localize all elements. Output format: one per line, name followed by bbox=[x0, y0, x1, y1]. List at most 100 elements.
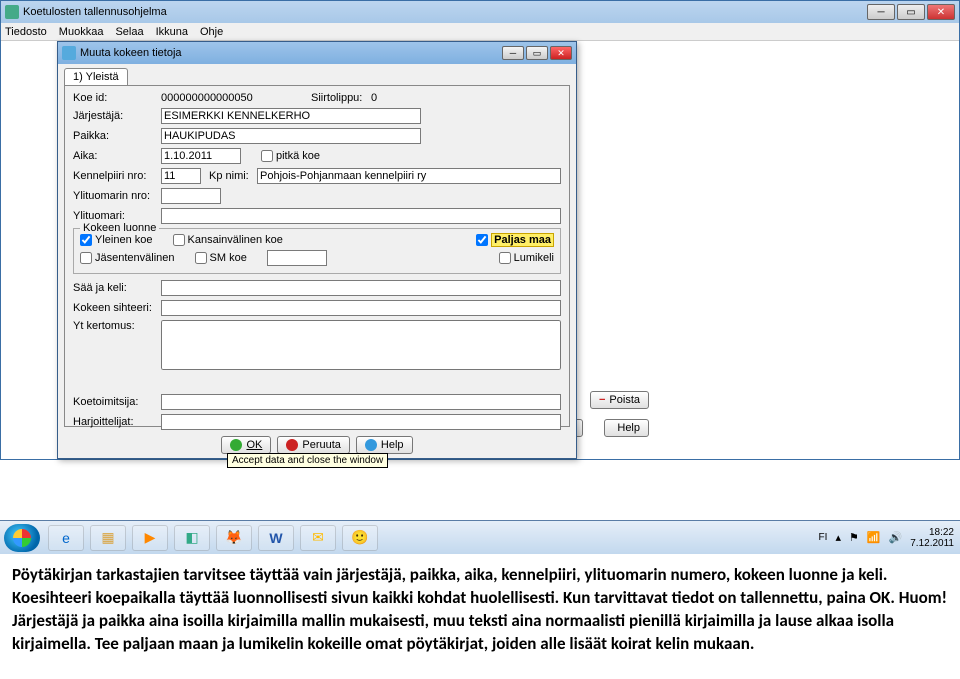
dialog-minimize-button[interactable]: ─ bbox=[502, 46, 524, 60]
taskbar: e ▦ ▶ ◧ 🦊 W ✉ 🙂 FI ▴ ⚑ 📶 🔊 18:22 7.12.20… bbox=[0, 520, 960, 554]
sihteeri-field[interactable] bbox=[161, 300, 561, 316]
dialog-icon bbox=[62, 46, 76, 60]
menu-muokkaa[interactable]: Muokkaa bbox=[59, 26, 104, 38]
main-titlebar: Koetulosten tallennusohjelma ─ ▭ ✕ bbox=[1, 1, 959, 23]
kennelpiiri-nro-label: Kennelpiiri nro: bbox=[73, 170, 161, 182]
flag-icon[interactable]: ▴ bbox=[835, 531, 841, 544]
bg-poista-button[interactable]: − Poista bbox=[590, 391, 649, 409]
close-button[interactable]: ✕ bbox=[927, 4, 955, 20]
koe-id-value: 000000000000050 bbox=[161, 92, 311, 104]
yleinen-koe-checkbox[interactable]: Yleinen koe bbox=[80, 233, 153, 247]
app-task-icon[interactable]: ◧ bbox=[174, 525, 210, 551]
ylituomari-nro-label: Ylituomarin nro: bbox=[73, 190, 161, 202]
workspace: ─ ▭ ✕ − Poista Help e Muuta kokeen tieto… bbox=[1, 41, 959, 459]
tab-body: Koe id: 000000000000050 Siirtolippu: 0 J… bbox=[64, 85, 570, 427]
dialog-maximize-button[interactable]: ▭ bbox=[526, 46, 548, 60]
main-window: Koetulosten tallennusohjelma ─ ▭ ✕ Tiedo… bbox=[0, 0, 960, 460]
peruuta-button[interactable]: Peruuta bbox=[277, 436, 350, 454]
firefox-icon[interactable]: 🦊 bbox=[216, 525, 252, 551]
ylituomari-label: Ylituomari: bbox=[73, 210, 161, 222]
help-icon bbox=[365, 439, 377, 451]
maximize-button[interactable]: ▭ bbox=[897, 4, 925, 20]
koe-id-label: Koe id: bbox=[73, 92, 161, 104]
jasentenvalinen-checkbox[interactable]: Jäsentenvälinen bbox=[80, 250, 175, 266]
jasentenvalinen-check[interactable] bbox=[80, 252, 92, 264]
windows-orb-icon bbox=[13, 529, 31, 547]
clock[interactable]: 18:22 7.12.2011 bbox=[910, 527, 954, 549]
harjoittelijat-field[interactable] bbox=[161, 414, 561, 430]
siirtolippu-label: Siirtolippu: bbox=[311, 92, 371, 104]
sihteeri-label: Kokeen sihteeri: bbox=[73, 302, 161, 314]
minimize-button[interactable]: ─ bbox=[867, 4, 895, 20]
ok-tooltip: Accept data and close the window bbox=[227, 453, 388, 468]
dialog-window-controls: ─ ▭ ✕ bbox=[502, 46, 572, 60]
dialog-titlebar: Muuta kokeen tietoja ─ ▭ ✕ bbox=[58, 42, 576, 64]
taskbar-icons: e ▦ ▶ ◧ 🦊 W ✉ 🙂 bbox=[48, 525, 378, 551]
tab-yleista[interactable]: 1) Yleistä bbox=[64, 68, 128, 85]
main-window-controls: ─ ▭ ✕ bbox=[867, 4, 955, 20]
kennelpiiri-nro-field[interactable] bbox=[161, 168, 201, 184]
lumikeli-check[interactable] bbox=[499, 252, 511, 264]
start-button[interactable] bbox=[4, 524, 40, 552]
edit-exam-dialog: Muuta kokeen tietoja ─ ▭ ✕ 1) Yleistä Ko… bbox=[57, 41, 577, 459]
kokeen-luonne-group: Kokeen luonne Yleinen koe Kansainvälinen… bbox=[73, 228, 561, 274]
menu-selaa[interactable]: Selaa bbox=[115, 26, 143, 38]
menu-ikkuna[interactable]: Ikkuna bbox=[156, 26, 188, 38]
ie-icon[interactable]: e bbox=[48, 525, 84, 551]
media-player-icon[interactable]: ▶ bbox=[132, 525, 168, 551]
aika-field[interactable] bbox=[161, 148, 241, 164]
ok-button[interactable]: OK bbox=[221, 436, 271, 454]
kp-nimi-label: Kp nimi: bbox=[209, 170, 257, 182]
system-tray: FI ▴ ⚑ 📶 🔊 18:22 7.12.2011 bbox=[819, 527, 960, 549]
dialog-title: Muuta kokeen tietoja bbox=[80, 47, 502, 59]
check-icon bbox=[230, 439, 242, 451]
kp-nimi-field[interactable] bbox=[257, 168, 561, 184]
pitka-koe-check[interactable] bbox=[261, 150, 273, 162]
yleinen-koe-check[interactable] bbox=[80, 234, 92, 246]
ylituomari-nro-field[interactable] bbox=[161, 188, 221, 204]
kansainv-koe-checkbox[interactable]: Kansainvälinen koe bbox=[173, 233, 283, 247]
aika-label: Aika: bbox=[73, 150, 161, 162]
lang-indicator[interactable]: FI bbox=[819, 532, 828, 543]
paikka-field[interactable] bbox=[161, 128, 421, 144]
ylituomari-field[interactable] bbox=[161, 208, 561, 224]
sm-koe-extra-field[interactable] bbox=[267, 250, 327, 266]
dialog-close-button[interactable]: ✕ bbox=[550, 46, 572, 60]
saa-keli-label: Sää ja keli: bbox=[73, 282, 161, 294]
app-icon bbox=[5, 5, 19, 19]
bg-help-button[interactable]: Help bbox=[604, 419, 649, 437]
word-icon[interactable]: W bbox=[258, 525, 294, 551]
saa-keli-field[interactable] bbox=[161, 280, 561, 296]
menu-tiedosto[interactable]: Tiedosto bbox=[5, 26, 47, 38]
menu-ohje[interactable]: Ohje bbox=[200, 26, 223, 38]
doc-paragraph: Pöytäkirjan tarkastajien tarvitsee täytt… bbox=[0, 554, 960, 666]
koetoimitsija-field[interactable] bbox=[161, 394, 561, 410]
jarjestaja-field[interactable] bbox=[161, 108, 421, 124]
network-icon[interactable]: 📶 bbox=[867, 531, 881, 544]
help-button[interactable]: Help bbox=[356, 436, 413, 454]
paikka-label: Paikka: bbox=[73, 130, 161, 142]
outlook-icon[interactable]: ✉ bbox=[300, 525, 336, 551]
pitka-koe-checkbox[interactable]: pitkä koe bbox=[261, 150, 320, 162]
yt-kertomus-label: Yt kertomus: bbox=[73, 320, 161, 332]
dialog-button-bar: OK Peruuta Help Accept data and close th… bbox=[58, 436, 576, 454]
minus-icon: − bbox=[599, 394, 605, 406]
koetoimitsija-label: Koetoimitsija: bbox=[73, 396, 161, 408]
clock-date: 7.12.2011 bbox=[910, 538, 954, 549]
siirtolippu-value: 0 bbox=[371, 92, 377, 104]
lumikeli-checkbox[interactable]: Lumikeli bbox=[499, 250, 554, 266]
kansainv-koe-check[interactable] bbox=[173, 234, 185, 246]
paljas-maa-checkbox[interactable]: Paljas maa bbox=[476, 233, 554, 247]
explorer-icon[interactable]: ▦ bbox=[90, 525, 126, 551]
sm-koe-checkbox[interactable]: SM koe bbox=[195, 250, 247, 266]
sm-koe-check[interactable] bbox=[195, 252, 207, 264]
cancel-icon bbox=[286, 439, 298, 451]
action-center-icon[interactable]: ⚑ bbox=[849, 531, 859, 544]
kokeen-luonne-label: Kokeen luonne bbox=[80, 222, 159, 234]
harjoittelijat-label: Harjoittelijat: bbox=[73, 416, 161, 428]
yt-kertomus-field[interactable] bbox=[161, 320, 561, 370]
tab-row: 1) Yleistä bbox=[64, 68, 570, 85]
face-icon[interactable]: 🙂 bbox=[342, 525, 378, 551]
volume-icon[interactable]: 🔊 bbox=[889, 531, 903, 544]
paljas-maa-check[interactable] bbox=[476, 234, 488, 246]
